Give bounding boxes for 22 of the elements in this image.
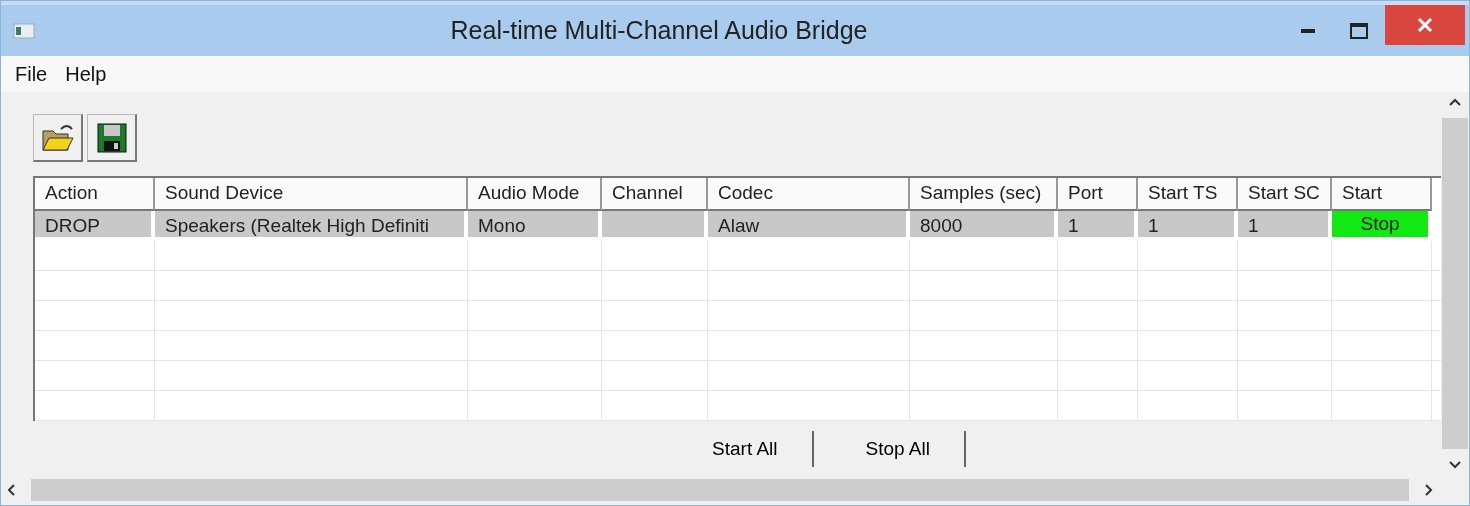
column-header[interactable]: Samples (sec) <box>910 178 1058 211</box>
stop-button[interactable]: Stop <box>1332 211 1428 237</box>
column-header[interactable]: Action <box>35 178 155 211</box>
window-title: Real-time Multi-Channel Audio Bridge <box>449 16 869 45</box>
folder-icon <box>40 122 75 153</box>
save-button[interactable] <box>87 114 137 162</box>
maximize-icon <box>1350 22 1368 39</box>
table-row[interactable]: DROP Speakers (Realtek High Definiti Mono Alaw 8000 1 1 1 Stop <box>35 211 1441 241</box>
column-header[interactable]: Start <box>1332 178 1432 211</box>
column-header[interactable]: Start TS <box>1138 178 1238 211</box>
minimize-icon <box>1301 28 1315 33</box>
app-icon <box>13 22 35 39</box>
open-folder-button[interactable] <box>33 114 83 162</box>
column-header[interactable]: Audio Mode <box>468 178 602 211</box>
column-header[interactable]: Codec <box>708 178 910 211</box>
menu-item[interactable]: File <box>15 62 48 86</box>
column-header[interactable]: Start SC <box>1238 178 1332 211</box>
close-icon <box>1417 17 1433 33</box>
menu-item[interactable]: Help <box>65 62 107 86</box>
column-header[interactable]: Channel <box>602 178 708 211</box>
column-header[interactable]: Sound Device <box>155 178 468 211</box>
column-header[interactable]: Port <box>1058 178 1138 211</box>
